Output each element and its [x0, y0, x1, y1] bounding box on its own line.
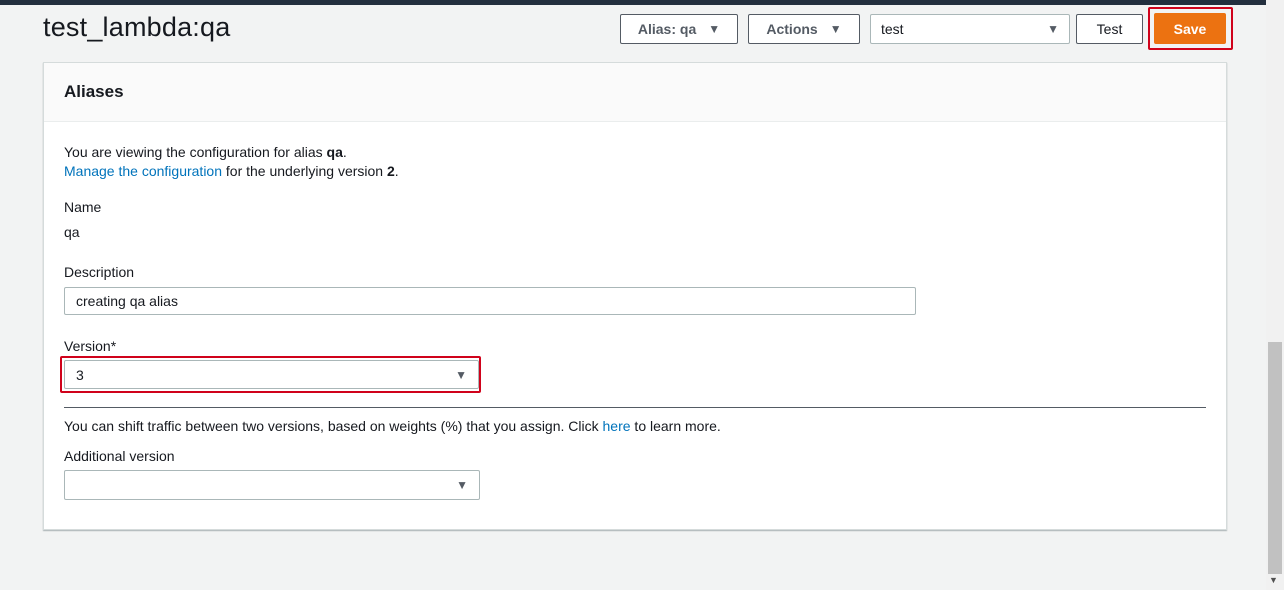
caret-down-icon: ▼ [829, 22, 842, 36]
learn-more-link[interactable]: here [603, 418, 631, 434]
traffic-shift-suffix: to learn more. [630, 418, 721, 434]
save-button[interactable]: Save [1154, 13, 1226, 44]
alias-button-label: Alias: qa [637, 21, 697, 37]
alias-intro-suffix: . [342, 144, 347, 160]
page-title: test_lambda:qa [43, 12, 231, 42]
alias-intro-prefix: You are viewing the configuration for al… [64, 144, 327, 160]
caret-down-icon: ▼ [1047, 22, 1059, 36]
traffic-shift-text: You can shift traffic between two versio… [64, 418, 721, 434]
test-event-value: test [881, 21, 904, 37]
traffic-shift-prefix: You can shift traffic between two versio… [64, 418, 603, 434]
version-select-value: 3 [76, 366, 84, 383]
alias-dropdown-button[interactable]: Alias: qa ▼ [620, 14, 738, 44]
caret-down-icon: ▼ [456, 478, 468, 492]
caret-down-icon: ▼ [708, 22, 721, 36]
underlying-version-number: 2 [386, 163, 395, 179]
manage-config-text: Manage the configuration for the underly… [64, 163, 399, 179]
actions-dropdown-button[interactable]: Actions ▼ [748, 14, 860, 44]
test-button[interactable]: Test [1076, 14, 1143, 44]
panel-title: Aliases [64, 82, 124, 101]
description-label: Description [64, 264, 135, 280]
manage-configuration-link[interactable]: Manage the configuration [64, 163, 222, 179]
alias-intro-name: qa [326, 144, 343, 160]
description-input[interactable] [64, 287, 916, 315]
additional-version-select[interactable]: ▼ [64, 470, 480, 500]
scrollbar-thumb[interactable] [1268, 342, 1282, 574]
additional-version-label: Additional version [64, 448, 175, 464]
version-label: Version* [64, 338, 117, 354]
manage-config-mid: for the underlying version [222, 163, 387, 179]
panel-header: Aliases [44, 63, 1226, 122]
alias-intro-text: You are viewing the configuration for al… [64, 144, 347, 160]
name-label: Name [64, 199, 102, 215]
caret-down-icon: ▼ [455, 367, 467, 382]
test-event-select[interactable]: test ▼ [870, 14, 1070, 44]
scroll-down-arrow-icon[interactable]: ▼ [1269, 575, 1278, 585]
top-nav-bar [0, 0, 1284, 5]
section-divider [64, 407, 1206, 408]
name-value: qa [64, 224, 80, 240]
version-select[interactable]: 3 ▼ [64, 360, 479, 389]
actions-button-label: Actions [766, 21, 818, 37]
aliases-panel: Aliases You are viewing the configuratio… [43, 62, 1227, 530]
manage-config-suffix: . [394, 163, 399, 179]
